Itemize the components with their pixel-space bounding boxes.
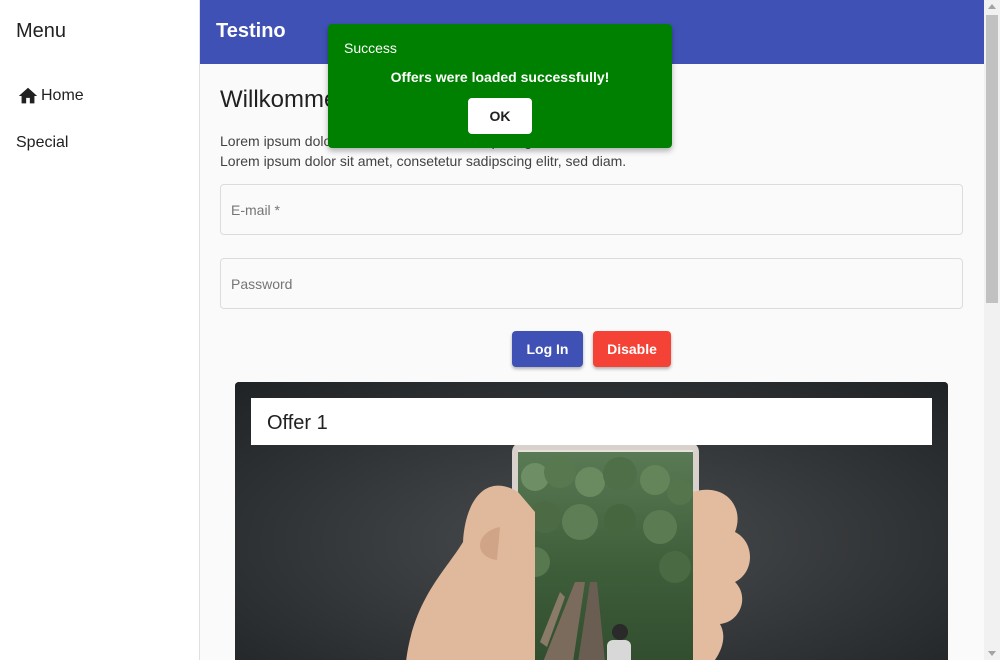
toast-message: Offers were loaded successfully! [390,69,610,85]
app-title: Testino [216,20,286,42]
main-content: Willkommen Lorem ipsum dolor sit amet, c… [200,64,984,660]
scroll-up-arrow-icon[interactable] [988,4,996,9]
sidebar-item-label: Home [41,87,84,104]
success-toast: Success Offers were loaded successfully!… [328,24,672,148]
password-field-container [220,258,963,309]
offer-title-bar: Offer 1 [251,398,932,445]
scrollbar[interactable] [984,0,1000,660]
scroll-thumb[interactable] [986,15,998,303]
home-icon [18,87,38,104]
password-field[interactable] [221,259,962,308]
email-field[interactable] [221,185,962,234]
scroll-down-arrow-icon[interactable] [988,651,996,656]
toast-title: Success [344,40,397,56]
toast-ok-button[interactable]: OK [468,98,532,134]
sidebar: Menu Home Special [0,0,200,660]
intro-text-line-2: Lorem ipsum dolor sit amet, consetetur s… [220,153,627,169]
sidebar-item-special[interactable]: Special [16,134,68,152]
disable-button[interactable]: Disable [593,331,671,367]
offer-title: Offer 1 [267,412,328,434]
menu-title: Menu [16,20,67,42]
login-button[interactable]: Log In [512,331,583,367]
sidebar-item-home[interactable]: Home [16,85,84,107]
email-field-container [220,184,963,235]
sidebar-item-label: Special [16,134,69,151]
offer-card[interactable]: Offer 1 [235,382,948,660]
